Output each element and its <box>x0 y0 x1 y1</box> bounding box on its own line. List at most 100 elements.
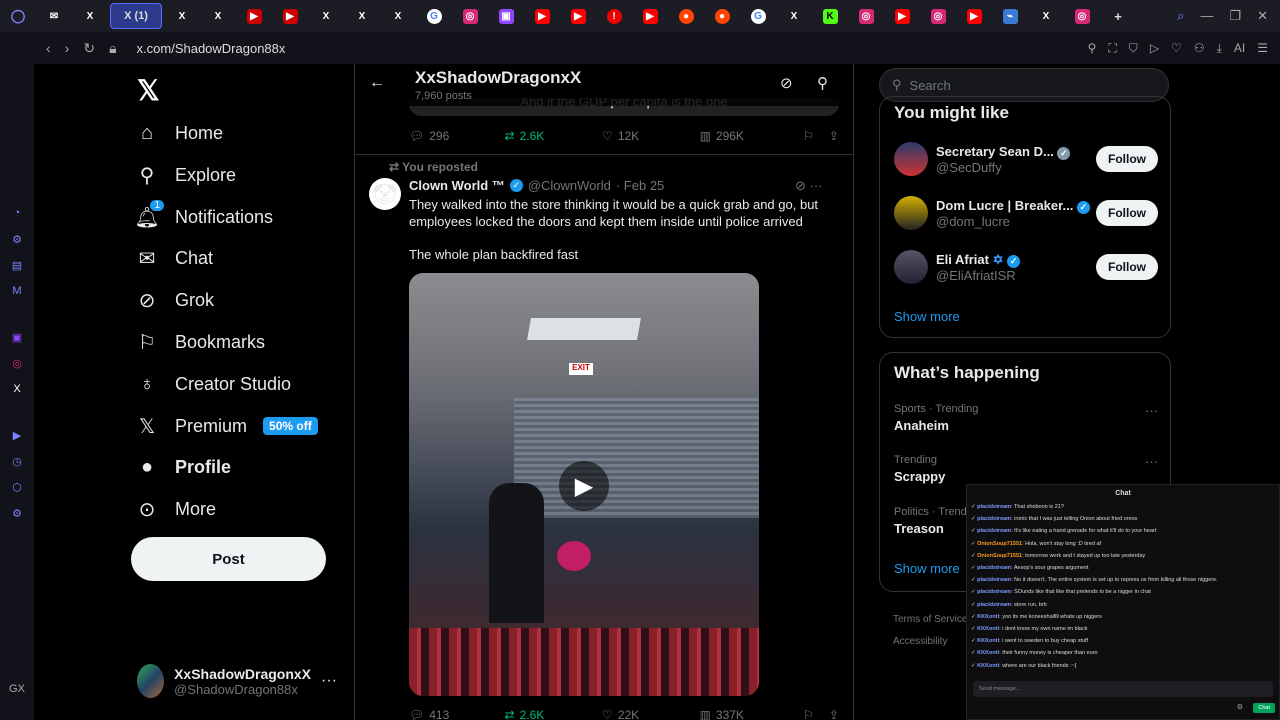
maximize-icon[interactable]: ❐ <box>1229 8 1241 24</box>
player-icon[interactable]: ▶ <box>8 426 26 444</box>
chat-send-button[interactable]: Chat <box>1253 703 1275 713</box>
nav-bookmarks[interactable]: ⚐ Bookmarks <box>135 327 265 357</box>
close-icon[interactable]: ✕ <box>1257 8 1268 24</box>
sidebar-icon[interactable]: ◔ <box>8 204 26 222</box>
pin-icon[interactable]: ⚲ <box>1088 41 1097 56</box>
nav-chat[interactable]: ✉ Chat <box>135 243 213 273</box>
author-name[interactable]: Clown World ™ <box>409 178 505 193</box>
account-switcher[interactable]: XxShadowDragonxX @ShadowDragon88x ··· <box>137 664 337 698</box>
back-icon[interactable]: ‹ <box>46 40 51 57</box>
show-more-link[interactable]: Show more <box>894 561 960 576</box>
show-more-link[interactable]: Show more <box>894 309 960 324</box>
tab[interactable]: X <box>308 0 344 32</box>
tab[interactable]: X <box>344 0 380 32</box>
tab[interactable]: ✉ <box>36 0 72 32</box>
opera-menu-icon[interactable]: ◯ <box>0 0 36 32</box>
snapshot-icon[interactable]: ⛶ <box>1108 41 1116 56</box>
share-button[interactable]: ⇪ <box>829 129 839 143</box>
follow-suggestion[interactable]: Eli Afriat ✡ ✓ @EliAfriatISR Follow <box>894 249 1158 285</box>
share-button[interactable]: ⇪ <box>829 708 839 720</box>
more-icon[interactable]: ··· <box>1145 454 1158 469</box>
gear-icon[interactable]: ⚙ <box>1237 703 1243 711</box>
follow-suggestion[interactable]: Secretary Sean D... ✓ @SecDuffy Follow <box>894 141 1158 177</box>
nav-profile[interactable]: ● Profile <box>135 452 231 482</box>
tab[interactable]: X <box>1028 0 1064 32</box>
tab[interactable]: K <box>812 0 848 32</box>
follow-button[interactable]: Follow <box>1096 254 1158 280</box>
download-icon[interactable]: ⤓ <box>1217 41 1222 56</box>
footer-link[interactable]: Accessibility <box>893 631 967 653</box>
nav-notifications[interactable]: 🔔︎ 1 Notifications <box>134 199 273 232</box>
tab[interactable]: ▶ <box>560 0 596 32</box>
tab[interactable]: ▶ <box>956 0 992 32</box>
tab[interactable]: X <box>776 0 812 32</box>
profile-icon[interactable]: ⚇ <box>1194 41 1205 56</box>
grok-icon[interactable]: ⊘ <box>780 74 793 92</box>
tab[interactable]: G <box>740 0 776 32</box>
tab[interactable]: ⌁ <box>992 0 1028 32</box>
sidebar-icon[interactable]: ▤ <box>8 256 26 274</box>
like-button[interactable]: ♡ 12K <box>602 129 700 143</box>
tab[interactable]: ▶ <box>236 0 272 32</box>
shield-icon[interactable]: ⛉ <box>1129 41 1138 56</box>
extensions-icon[interactable]: ⬡ <box>8 478 26 496</box>
reload-icon[interactable]: ↻ <box>83 40 95 57</box>
views-button[interactable]: ▥ 337K <box>700 708 803 720</box>
x-logo-icon[interactable]: 𝕏 <box>137 74 160 107</box>
twitch-icon[interactable]: ▣ <box>8 328 26 346</box>
author-handle[interactable]: @ClownWorld <box>528 178 611 193</box>
tab[interactable]: ◎ <box>920 0 956 32</box>
tab[interactable]: ◎ <box>1064 0 1100 32</box>
nav-creator-studio[interactable]: ♁ Creator Studio <box>135 369 292 399</box>
ai-button[interactable]: AI <box>1234 41 1245 56</box>
footer-link[interactable]: Terms of Service <box>893 609 967 631</box>
bookmark-button[interactable]: ⚐ <box>803 708 829 720</box>
back-arrow-icon[interactable]: ← <box>369 74 385 92</box>
trend-item[interactable]: Trending Scrappy ··· <box>894 454 1158 484</box>
x-icon[interactable]: X <box>8 380 26 398</box>
more-icon[interactable]: ··· <box>321 672 337 690</box>
heart-icon[interactable]: ♡ <box>1171 41 1182 56</box>
repost-button[interactable]: ⇄ 2.6K <box>505 129 603 143</box>
repost-button[interactable]: ⇄ 2.6K <box>505 708 603 720</box>
post-button[interactable]: Post <box>131 537 326 581</box>
menu-icon[interactable]: ☰ <box>1257 41 1268 56</box>
tab[interactable]: ● <box>668 0 704 32</box>
tab[interactable]: X <box>380 0 416 32</box>
tweet-video[interactable]: EXIT ▶ <box>409 273 759 696</box>
forward-icon[interactable]: › <box>65 40 70 57</box>
history-icon[interactable]: ◷ <box>8 452 26 470</box>
search-icon[interactable]: ⚲ <box>817 74 828 92</box>
nav-grok[interactable]: ⊘ Grok <box>135 285 214 315</box>
tab[interactable]: X <box>164 0 200 32</box>
nav-more[interactable]: ⊙ More <box>135 494 216 524</box>
tab[interactable]: ● <box>704 0 740 32</box>
search-tabs-icon[interactable]: ⌕ <box>1177 8 1184 24</box>
tab[interactable]: ◎ <box>452 0 488 32</box>
tab[interactable]: X <box>72 0 108 32</box>
follow-suggestion[interactable]: Dom Lucre | Breaker... ✓ @dom_lucre Follo… <box>894 195 1158 231</box>
chat-input[interactable]: Send message... <box>973 681 1273 697</box>
follow-button[interactable]: Follow <box>1096 200 1158 226</box>
follow-button[interactable]: Follow <box>1096 146 1158 172</box>
gx-icon[interactable]: GX <box>8 680 26 698</box>
tab[interactable]: ▶ <box>272 0 308 32</box>
tab[interactable]: G <box>416 0 452 32</box>
like-button[interactable]: ♡ 22K <box>602 708 700 720</box>
bookmark-button[interactable]: ⚐ <box>803 129 829 143</box>
settings-icon[interactable]: ⚙ <box>8 504 26 522</box>
nav-premium[interactable]: 𝕏 Premium 50% off <box>135 411 318 441</box>
tab[interactable]: ◎ <box>848 0 884 32</box>
nav-explore[interactable]: ⚲ Explore <box>135 160 236 190</box>
instagram-icon[interactable]: ◎ <box>8 354 26 372</box>
nav-home[interactable]: ⌂ Home <box>135 118 223 148</box>
new-tab-button[interactable]: + <box>1100 0 1136 32</box>
minimize-icon[interactable]: — <box>1200 8 1213 24</box>
sidebar-icon[interactable]: M <box>8 282 26 300</box>
views-button[interactable]: ▥ 296K <box>700 129 803 143</box>
reply-button[interactable]: 💬︎ 413 <box>409 708 505 720</box>
tab[interactable]: ! <box>596 0 632 32</box>
url-field[interactable]: x.com/ShadowDragon88x <box>137 41 286 56</box>
tab[interactable]: ▶ <box>884 0 920 32</box>
tab[interactable]: ▶ <box>524 0 560 32</box>
